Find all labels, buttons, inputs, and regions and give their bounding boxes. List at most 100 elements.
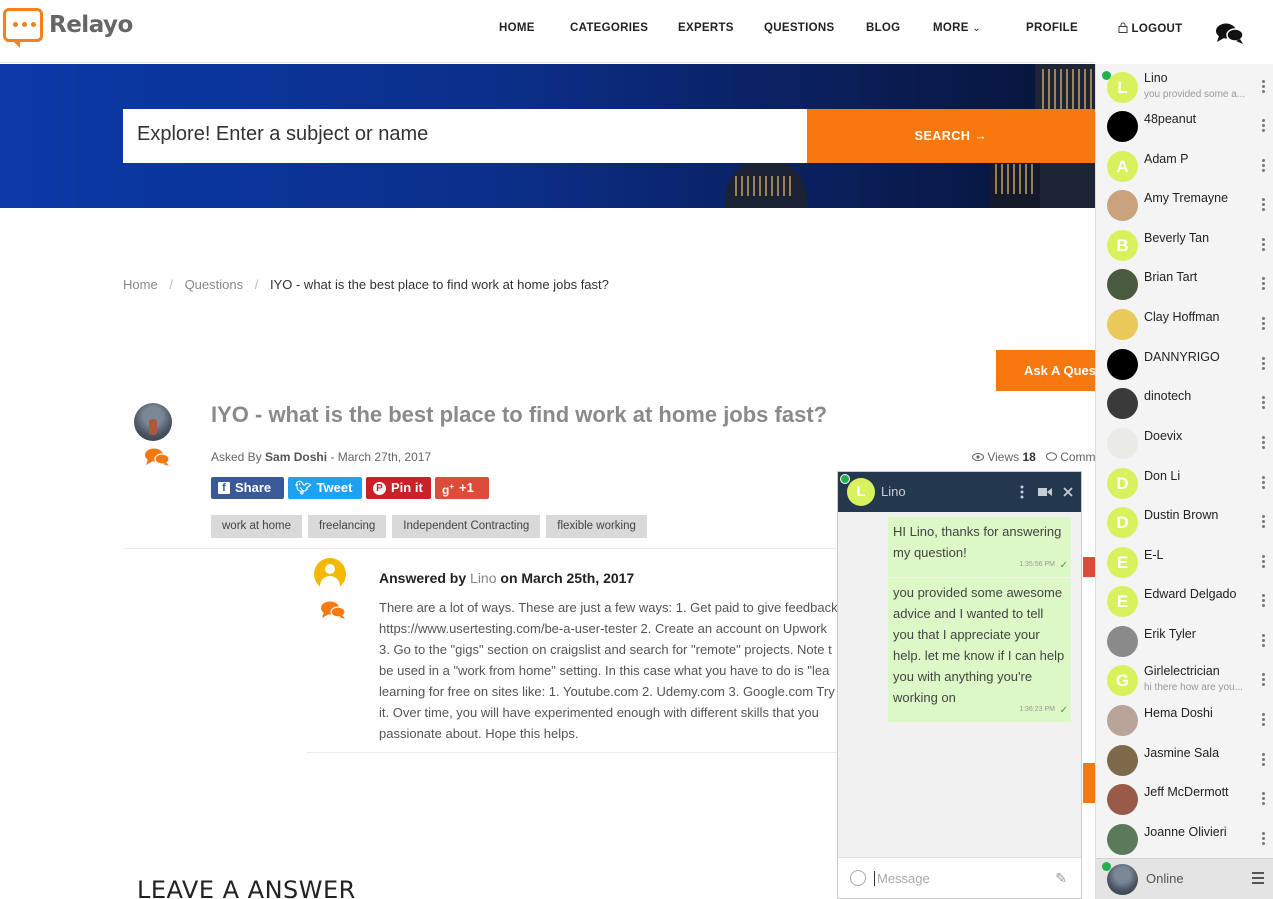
- hidden-button-edge[interactable]: [1083, 557, 1095, 577]
- avatar[interactable]: [134, 403, 172, 441]
- video-call-icon[interactable]: [1038, 487, 1052, 497]
- contact-item[interactable]: DANNYRIGO: [1096, 346, 1273, 386]
- kebab-menu-icon[interactable]: [1262, 396, 1266, 411]
- tag[interactable]: Independent Contracting: [392, 515, 541, 538]
- contact-item[interactable]: 48peanut: [1096, 108, 1273, 148]
- contact-item[interactable]: E E-L: [1096, 544, 1273, 584]
- logo[interactable]: Relayo: [3, 8, 133, 48]
- message-input[interactable]: Message: [874, 871, 930, 886]
- contact-item[interactable]: G Girlelectrician hi there how are you...: [1096, 662, 1273, 702]
- nav-blog[interactable]: BLOG: [866, 22, 900, 34]
- kebab-menu-icon[interactable]: [1262, 357, 1266, 372]
- breadcrumb-home[interactable]: Home: [123, 277, 158, 292]
- comments-icon[interactable]: [144, 447, 170, 467]
- tag[interactable]: flexible working: [546, 515, 647, 538]
- kebab-menu-icon[interactable]: [1262, 80, 1266, 95]
- kebab-menu-icon[interactable]: [1262, 634, 1266, 649]
- answer-line: There are a lot of ways. These are just …: [379, 600, 838, 615]
- nav-experts[interactable]: EXPERTS: [678, 22, 734, 34]
- contact-item[interactable]: Erik Tyler: [1096, 623, 1273, 663]
- kebab-menu-icon[interactable]: [1262, 792, 1266, 807]
- breadcrumb-current: IYO - what is the best place to find wor…: [269, 277, 609, 292]
- tag[interactable]: work at home: [211, 515, 303, 538]
- facebook-share-button[interactable]: f Share: [211, 477, 284, 499]
- views-count: 18: [1022, 450, 1036, 464]
- kebab-menu-icon[interactable]: [1262, 555, 1266, 570]
- chat-avatar: L: [847, 478, 875, 506]
- contact-item[interactable]: D Don Li: [1096, 465, 1273, 505]
- answer-author[interactable]: Lino: [470, 570, 496, 586]
- nav-home[interactable]: HOME: [499, 22, 535, 34]
- kebab-menu-icon[interactable]: [1262, 594, 1266, 609]
- comments-icon[interactable]: [320, 600, 346, 620]
- chat-contact-name: Lino: [881, 484, 906, 499]
- emoji-icon[interactable]: [850, 870, 866, 886]
- contact-item[interactable]: B Beverly Tan: [1096, 227, 1273, 267]
- contact-name: dinotech: [1144, 389, 1192, 403]
- contact-item[interactable]: Clay Hoffman: [1096, 306, 1273, 346]
- kebab-menu-icon[interactable]: [1262, 753, 1266, 768]
- avatar: [1107, 824, 1138, 855]
- status-label[interactable]: Online: [1146, 871, 1184, 886]
- question-meta: Asked By Sam Doshi - March 27th, 2017: [211, 450, 431, 464]
- pinterest-share-button[interactable]: P Pin it: [366, 477, 431, 499]
- kebab-menu-icon[interactable]: [1262, 119, 1266, 134]
- contact-item[interactable]: L Lino you provided some a...: [1096, 69, 1273, 109]
- contact-item[interactable]: Jeff McDermott: [1096, 781, 1273, 821]
- contact-item[interactable]: E Edward Delgado: [1096, 583, 1273, 623]
- hidden-button-edge[interactable]: [1083, 763, 1095, 803]
- contact-item[interactable]: dinotech: [1096, 385, 1273, 425]
- kebab-menu-icon[interactable]: [1262, 238, 1266, 253]
- breadcrumb-questions[interactable]: Questions: [185, 277, 244, 292]
- contact-item[interactable]: D Dustin Brown: [1096, 504, 1273, 544]
- nav-profile[interactable]: PROFILE: [1026, 22, 1078, 34]
- contact-name: Doevix: [1144, 429, 1183, 443]
- kebab-menu-icon[interactable]: [1262, 515, 1266, 530]
- contact-item[interactable]: Hema Doshi: [1096, 702, 1273, 742]
- contact-name: Lino: [1144, 71, 1168, 85]
- nav-categories[interactable]: CATEGORIES: [570, 22, 648, 34]
- contact-item[interactable]: Joanne Olivieri: [1096, 821, 1273, 861]
- gplus-share-button[interactable]: g+ +1: [435, 477, 489, 499]
- nav-logout[interactable]: LOGOUT: [1118, 22, 1183, 35]
- ask-question-button[interactable]: Ask A Ques: [996, 350, 1095, 391]
- question-author[interactable]: Sam Doshi: [265, 450, 327, 464]
- kebab-menu-icon[interactable]: [1020, 485, 1024, 499]
- kebab-menu-icon[interactable]: [1262, 713, 1266, 728]
- search-button[interactable]: SEARCH →: [807, 109, 1095, 163]
- chat-bubbles-icon[interactable]: [1215, 21, 1245, 45]
- avatar[interactable]: [1107, 864, 1138, 895]
- kebab-menu-icon[interactable]: [1262, 159, 1266, 174]
- contact-last-message: you provided some a...: [1144, 89, 1246, 100]
- breadcrumb: Home / Questions / IYO - what is the bes…: [123, 277, 609, 292]
- facebook-share-label: Share: [235, 480, 272, 495]
- contact-item[interactable]: Amy Tremayne: [1096, 187, 1273, 227]
- search-input[interactable]: Explore! Enter a subject or name: [123, 109, 807, 163]
- answer-line: learning for free on sites like: 1. Yout…: [379, 684, 835, 699]
- kebab-menu-icon[interactable]: [1262, 476, 1266, 491]
- kebab-menu-icon[interactable]: [1262, 317, 1266, 332]
- contact-item[interactable]: A Adam P: [1096, 148, 1273, 188]
- kebab-menu-icon[interactable]: [1262, 832, 1266, 847]
- building-lights: [735, 176, 795, 196]
- tag[interactable]: freelancing: [308, 515, 387, 538]
- contact-item[interactable]: Doevix: [1096, 425, 1273, 465]
- contact-item[interactable]: Brian Tart: [1096, 266, 1273, 306]
- kebab-menu-icon[interactable]: [1262, 436, 1266, 451]
- message-time: 1:36:23 PM: [1019, 706, 1055, 713]
- kebab-menu-icon[interactable]: [1262, 277, 1266, 292]
- lock-icon: [1118, 22, 1128, 33]
- kebab-menu-icon[interactable]: [1262, 673, 1266, 688]
- hamburger-menu-icon[interactable]: [1252, 872, 1264, 887]
- contact-name: Girlelectrician: [1144, 664, 1220, 678]
- attachment-icon[interactable]: ✎: [1055, 870, 1067, 887]
- nav-questions[interactable]: QUESTIONS: [764, 22, 834, 34]
- user-avatar-icon[interactable]: [314, 558, 346, 590]
- nav-more[interactable]: MORE ⌄: [933, 22, 981, 34]
- close-icon[interactable]: [1063, 487, 1073, 497]
- chat-header[interactable]: L Lino: [838, 472, 1081, 512]
- contacts-sidebar: L Lino you provided some a... 48peanut A Adam…: [1095, 64, 1273, 899]
- contact-item[interactable]: Jasmine Sala: [1096, 742, 1273, 782]
- twitter-share-button[interactable]: 🐦︎ Tweet: [288, 477, 362, 499]
- kebab-menu-icon[interactable]: [1262, 198, 1266, 213]
